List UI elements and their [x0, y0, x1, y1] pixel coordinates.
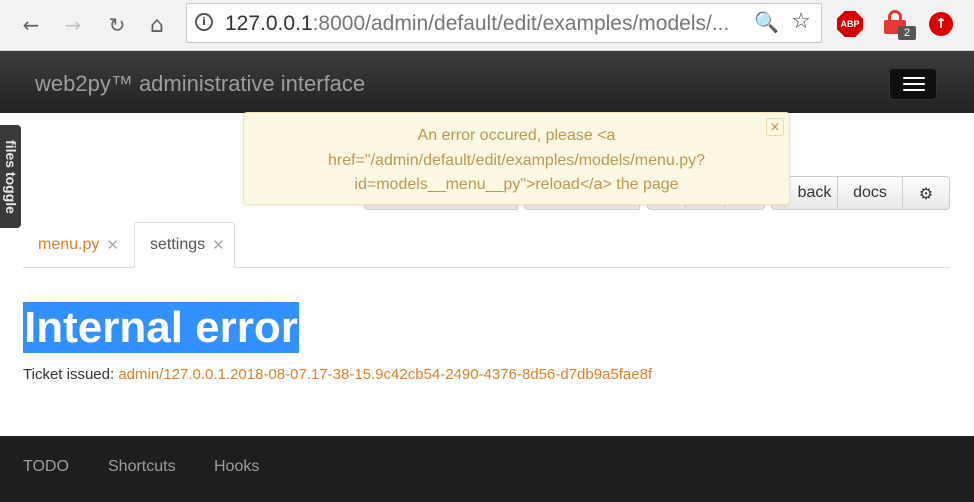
ticket-label: Ticket issued: [23, 366, 115, 383]
menu-hamburger-icon[interactable] [889, 68, 937, 100]
tab-label[interactable]: menu.py [38, 236, 99, 254]
close-icon[interactable]: ✕ [212, 236, 225, 254]
close-icon[interactable]: ✕ [106, 236, 119, 254]
tab-menu-py[interactable]: menu.py ✕ [23, 222, 131, 268]
footer-link-todo[interactable]: TODO [23, 458, 69, 476]
ticket-line: Ticket issued: admin/127.0.0.1.2018-08-0… [23, 366, 652, 383]
files-toggle-button[interactable]: files toggle [0, 125, 21, 228]
extension-badge: 2 [898, 26, 916, 40]
footer-link-shortcuts[interactable]: Shortcuts [108, 458, 176, 476]
page-title: Internal error [23, 302, 299, 353]
files-toggle-label: files toggle [2, 139, 19, 214]
info-icon[interactable]: i [195, 13, 213, 31]
hamburger-bar [903, 89, 925, 91]
home-icon[interactable]: ⌂ [144, 12, 170, 38]
url-text[interactable]: 127.0.0.1:8000/admin/default/edit/exampl… [225, 12, 729, 36]
hamburger-bar [903, 77, 925, 79]
lock-extension-icon[interactable]: 2 [884, 10, 916, 40]
close-icon[interactable]: × [766, 118, 784, 136]
ticket-link[interactable]: admin/127.0.0.1.2018-08-07.17-38-15.9c42… [118, 366, 652, 383]
brand-title[interactable]: web2py™ administrative interface [35, 71, 365, 97]
url-path: :8000/admin/default/edit/examples/models… [312, 12, 730, 35]
address-bar[interactable]: i 127.0.0.1:8000/admin/default/edit/exam… [186, 3, 822, 43]
flash-text: An error occured, please <a href="/admin… [328, 127, 705, 193]
gear-icon[interactable]: ⚙ [902, 176, 950, 210]
bookmark-star-icon[interactable]: ☆ [791, 9, 811, 34]
tab-label[interactable]: settings [150, 236, 205, 254]
app-navbar: web2py™ administrative interface [0, 51, 974, 113]
adblock-extension-icon[interactable]: ABP [837, 11, 863, 37]
url-host: 127.0.0.1 [225, 12, 313, 35]
zoom-icon[interactable]: 🔍 [754, 10, 779, 34]
browser-toolbar: ← → ↻ ⌂ i 127.0.0.1:8000/admin/default/e… [0, 0, 974, 51]
footer-link-hooks[interactable]: Hooks [214, 458, 259, 476]
hamburger-bar [903, 83, 925, 85]
docs-button[interactable]: docs [837, 176, 903, 210]
forward-arrow-icon[interactable]: → [60, 12, 86, 38]
upload-extension-icon[interactable]: ↑ [929, 12, 953, 36]
back-arrow-icon[interactable]: ← [18, 12, 44, 38]
footer-bar: TODO Shortcuts Hooks [0, 436, 974, 502]
tab-settings[interactable]: settings ✕ [134, 222, 235, 268]
reload-icon[interactable]: ↻ [104, 12, 130, 38]
flash-message: An error occured, please <a href="/admin… [243, 112, 790, 205]
